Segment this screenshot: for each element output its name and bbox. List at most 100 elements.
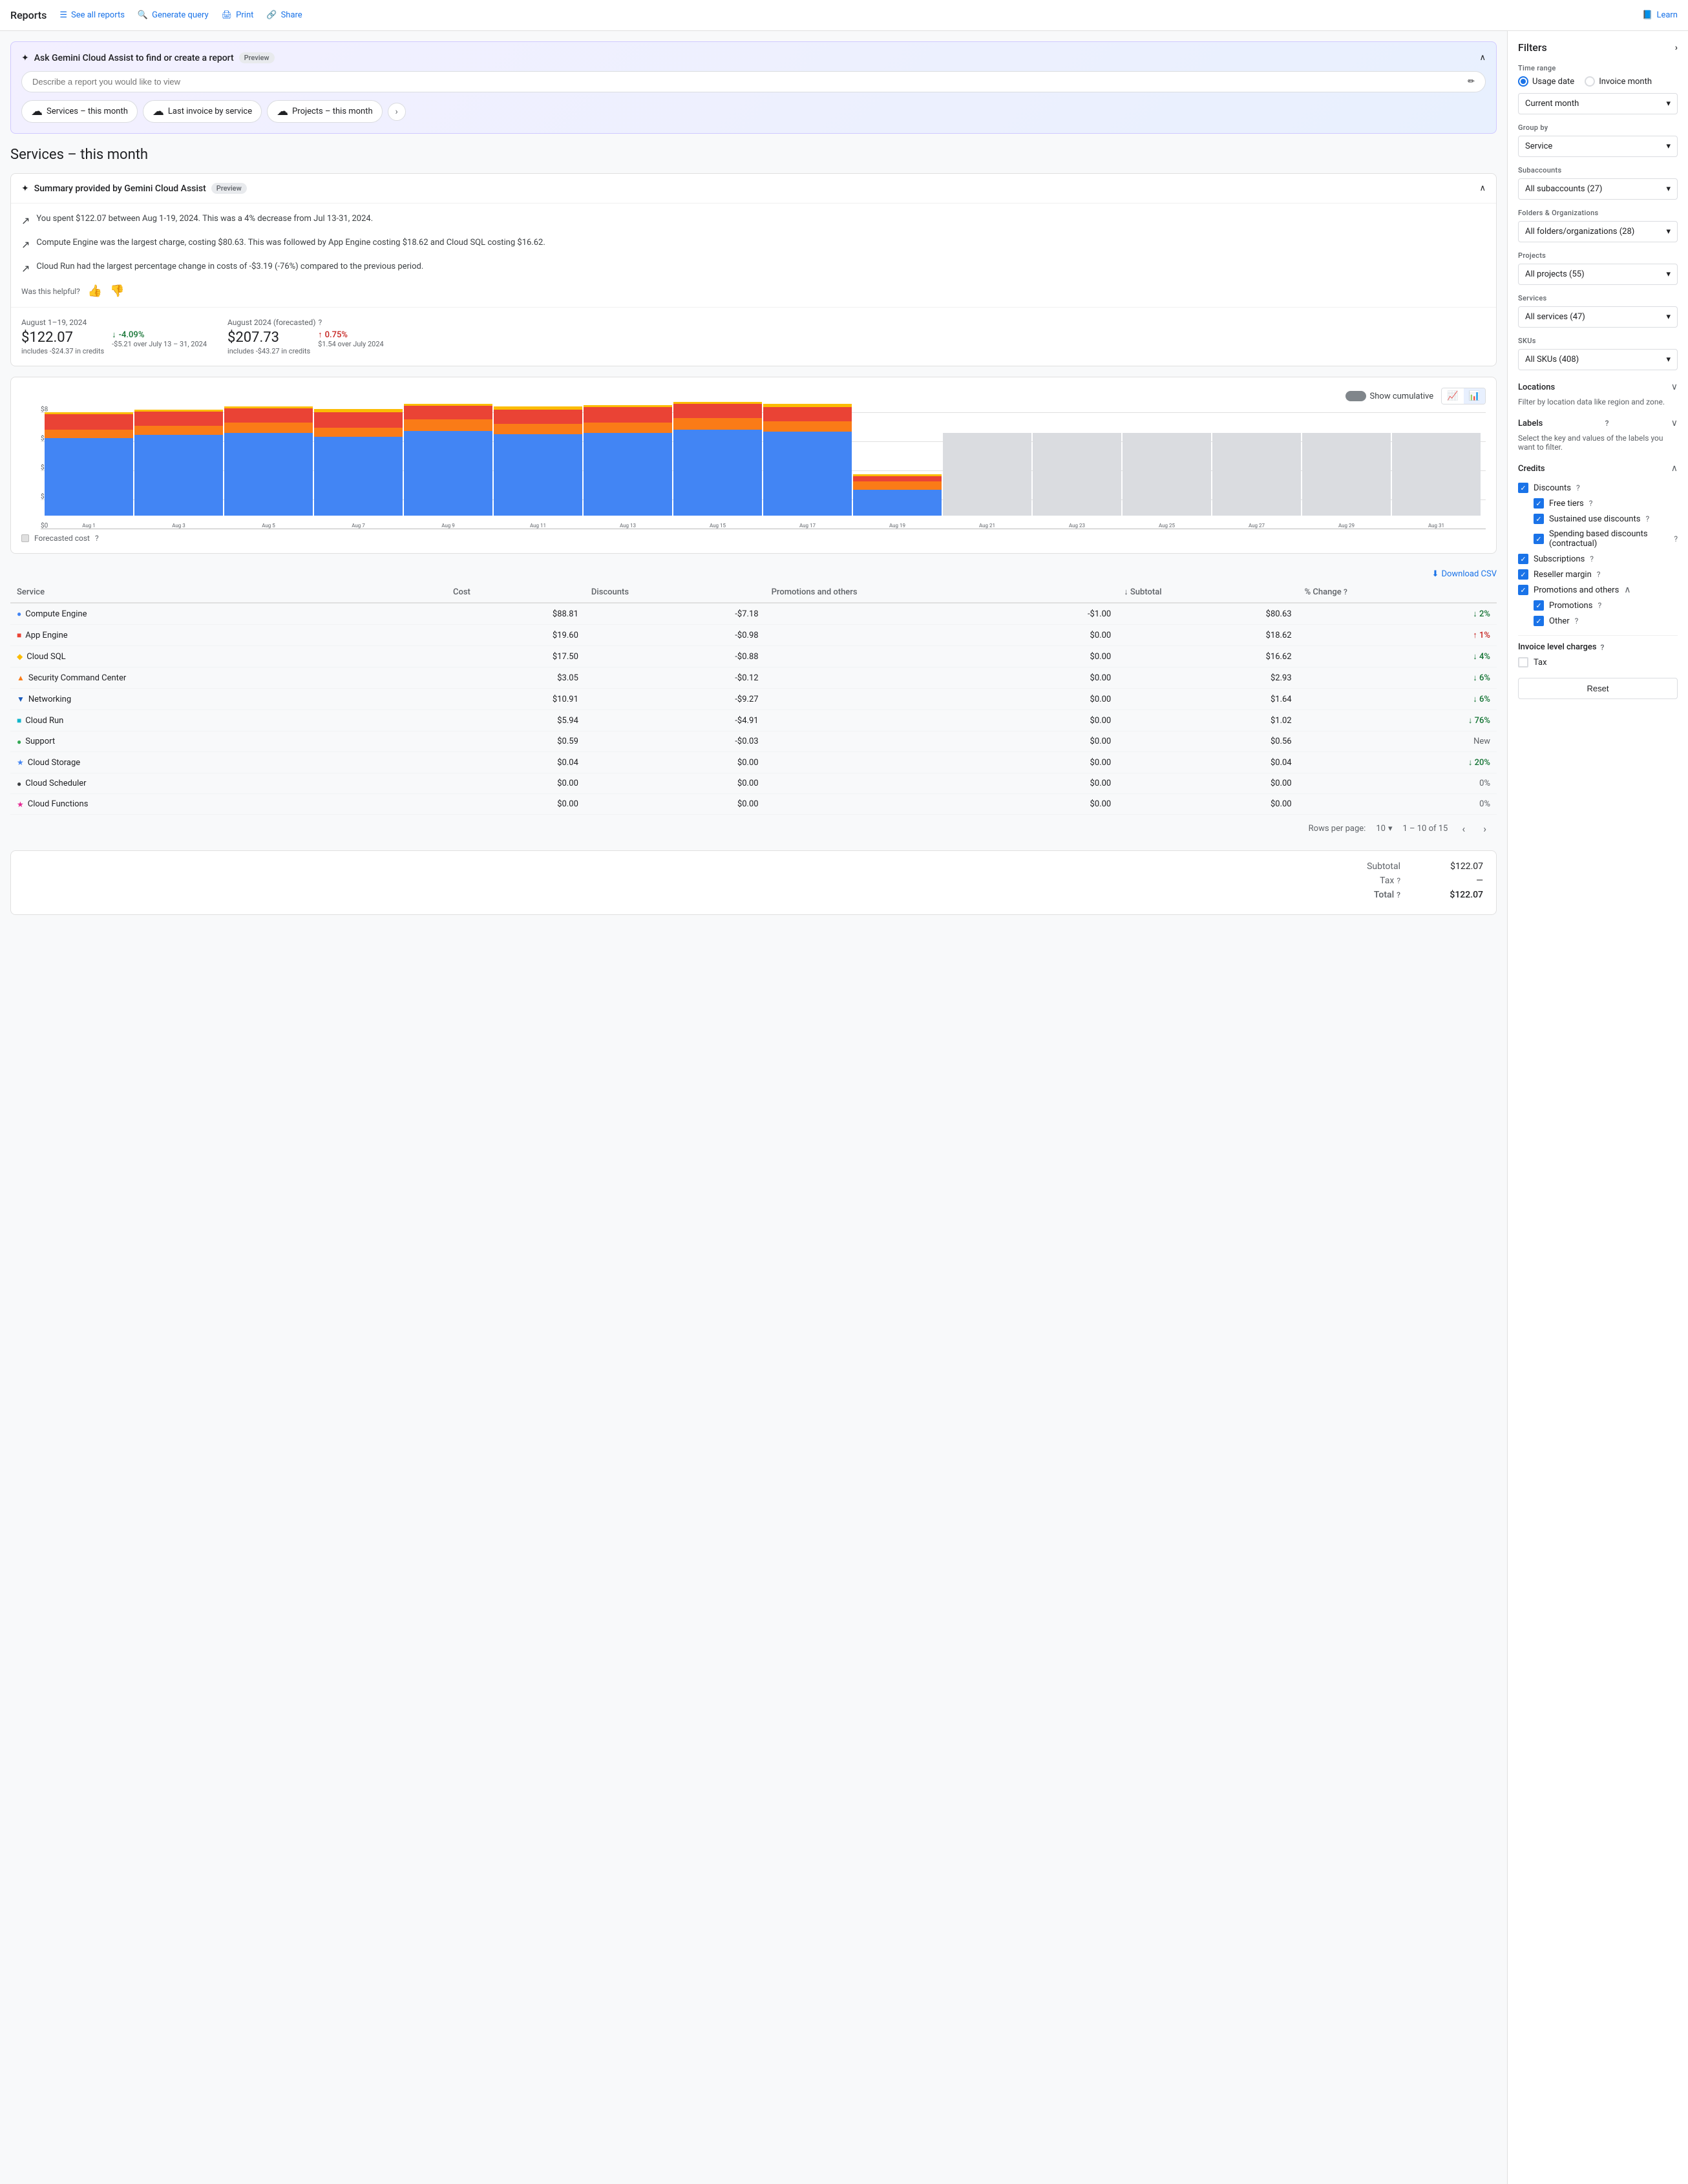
- bar-group-2: [224, 406, 313, 516]
- promotions-others-checkbox[interactable]: [1518, 585, 1528, 595]
- subscriptions-checkbox[interactable]: [1518, 554, 1528, 564]
- bar-group-15: [1392, 433, 1481, 516]
- promo-cell: $0.00: [765, 773, 1118, 794]
- tax-checkbox[interactable]: [1518, 657, 1528, 667]
- service-cell: ■ App Engine: [17, 631, 440, 640]
- line-chart-btn[interactable]: 📈: [1442, 388, 1463, 404]
- tax-help-icon[interactable]: ?: [1397, 876, 1400, 885]
- next-page-btn[interactable]: ›: [1479, 821, 1490, 836]
- current-month-select[interactable]: Current month ▾: [1518, 93, 1678, 114]
- chart-container: Show cumulative 📈 📊 $8 $6 $4 $2 $0 Aug 1…: [10, 377, 1497, 554]
- forecast-segment: [1302, 433, 1391, 516]
- time-range-radios: Usage date Invoice month: [1518, 76, 1678, 87]
- subscriptions-help-icon[interactable]: ?: [1590, 554, 1594, 563]
- discounts-help-icon[interactable]: ?: [1576, 483, 1580, 492]
- skus-select[interactable]: All SKUs (408) ▾: [1518, 349, 1678, 370]
- col-subtotal[interactable]: ↓ Subtotal: [1117, 582, 1298, 603]
- chips-next-arrow[interactable]: ›: [388, 103, 406, 121]
- chip-last-invoice[interactable]: ☁ Last invoice by service: [143, 100, 262, 123]
- collapse-icon[interactable]: ∧: [1479, 53, 1486, 63]
- thumbs-up-btn[interactable]: 👍: [88, 284, 102, 298]
- pct-cell: ↓ 2%: [1298, 603, 1497, 625]
- col-promotions: Promotions and others: [765, 582, 1118, 603]
- service-icon: ▲: [17, 673, 25, 682]
- chip-projects-month[interactable]: ☁ Projects – this month: [267, 100, 383, 123]
- promo-cell: $0.00: [765, 710, 1118, 731]
- generate-query-link[interactable]: 🔍 Generate query: [138, 10, 209, 20]
- labels-help-icon[interactable]: ?: [1605, 419, 1609, 428]
- share-link[interactable]: 🔗 Share: [266, 10, 302, 20]
- subaccounts-select[interactable]: All subaccounts (27) ▾: [1518, 178, 1678, 200]
- promo-cell: -$1.00: [765, 603, 1118, 625]
- usage-date-radio-dot[interactable]: [1518, 76, 1528, 87]
- compute-segment: [853, 490, 942, 516]
- group-by-select[interactable]: Service ▾: [1518, 136, 1678, 157]
- labels-collapse[interactable]: Labels ? ∨: [1518, 415, 1678, 431]
- pct-cell: ↓ 76%: [1298, 710, 1497, 731]
- compute-segment: [134, 435, 223, 516]
- pct-cell: 0%: [1298, 794, 1497, 815]
- sustained-help-icon[interactable]: ?: [1645, 514, 1649, 523]
- cumulative-toggle[interactable]: Show cumulative: [1345, 391, 1434, 401]
- summary-collapse-icon[interactable]: ∧: [1479, 184, 1486, 193]
- discounts-checkbox[interactable]: [1518, 483, 1528, 493]
- reset-button[interactable]: Reset: [1518, 678, 1678, 699]
- top-nav: Reports ☰ See all reports 🔍 Generate que…: [0, 0, 1688, 31]
- spending-help-icon[interactable]: ?: [1674, 534, 1678, 543]
- services-select[interactable]: All services (47) ▾: [1518, 306, 1678, 328]
- col-discounts: Discounts: [585, 582, 765, 603]
- radio-usage-date[interactable]: Usage date: [1518, 76, 1574, 87]
- bar-group-14: [1302, 433, 1391, 516]
- bar-chart-btn[interactable]: 📊: [1464, 388, 1485, 404]
- credits-collapse[interactable]: Credits ∧: [1518, 461, 1678, 476]
- forecasted-help-icon[interactable]: ?: [319, 318, 322, 327]
- spending-checkbox[interactable]: [1534, 534, 1544, 544]
- download-csv-btn[interactable]: ⬇ Download CSV: [1432, 569, 1497, 579]
- other-checkbox[interactable]: [1534, 616, 1544, 626]
- x-label-5: Aug 11: [494, 523, 582, 529]
- cost-cell: $0.00: [447, 794, 585, 815]
- free-tiers-checkbox[interactable]: [1534, 498, 1544, 509]
- prev-page-btn[interactable]: ‹: [1458, 821, 1469, 836]
- free-tiers-help-icon[interactable]: ?: [1589, 499, 1593, 508]
- subaccounts-section: Subaccounts All subaccounts (27) ▾: [1518, 166, 1678, 200]
- sustained-checkbox[interactable]: [1534, 514, 1544, 524]
- reseller-help-icon[interactable]: ?: [1597, 570, 1601, 579]
- total-label: Total ?: [1374, 890, 1400, 900]
- projects-select[interactable]: All projects (55) ▾: [1518, 264, 1678, 285]
- pct-cell: 0%: [1298, 773, 1497, 794]
- invoice-month-radio-dot[interactable]: [1585, 76, 1595, 87]
- total-help-icon[interactable]: ?: [1397, 890, 1400, 899]
- locations-collapse[interactable]: Locations ∨: [1518, 379, 1678, 395]
- see-all-reports-link[interactable]: ☰ See all reports: [59, 10, 125, 20]
- promotions-checkbox[interactable]: [1534, 600, 1544, 611]
- chip-services-month[interactable]: ☁ Services – this month: [21, 100, 138, 123]
- total-value: $122.07: [1431, 890, 1483, 900]
- quick-reports-chips: ☁ Services – this month ☁ Last invoice b…: [21, 100, 383, 123]
- col-pct-change[interactable]: % Change ?: [1298, 582, 1497, 603]
- discounts-cell: -$9.27: [585, 689, 765, 710]
- col-cost: Cost: [447, 582, 585, 603]
- thumbs-down-btn[interactable]: 👎: [110, 284, 124, 298]
- tax-label: Tax ?: [1380, 876, 1400, 886]
- legend-help-icon[interactable]: ?: [95, 534, 99, 543]
- print-link[interactable]: 🖨 Print: [222, 10, 254, 20]
- reseller-checkbox[interactable]: [1518, 569, 1528, 580]
- gemini-search-input[interactable]: [32, 77, 1462, 87]
- folders-select[interactable]: All folders/organizations (28) ▾: [1518, 221, 1678, 242]
- bar-group-11: [1033, 433, 1121, 516]
- filters-expand-icon[interactable]: ›: [1675, 43, 1678, 53]
- projects-section: Projects All projects (55) ▾: [1518, 251, 1678, 285]
- toggle-switch[interactable]: [1345, 391, 1366, 401]
- promotions-help-icon[interactable]: ?: [1598, 601, 1601, 610]
- radio-invoice-month[interactable]: Invoice month: [1585, 76, 1652, 87]
- invoice-help-icon[interactable]: ?: [1601, 643, 1605, 652]
- sql-segment: [314, 412, 403, 428]
- discounts-item: Discounts ?: [1518, 483, 1678, 493]
- rows-per-page-select[interactable]: 10 ▾: [1376, 824, 1392, 834]
- download-icon: ⬇: [1432, 569, 1439, 579]
- promo-cell: $0.00: [765, 689, 1118, 710]
- learn-link[interactable]: 📘 Learn: [1642, 10, 1678, 20]
- other-help-icon[interactable]: ?: [1575, 616, 1579, 625]
- gemini-input-wrapper[interactable]: ✏: [21, 71, 1486, 92]
